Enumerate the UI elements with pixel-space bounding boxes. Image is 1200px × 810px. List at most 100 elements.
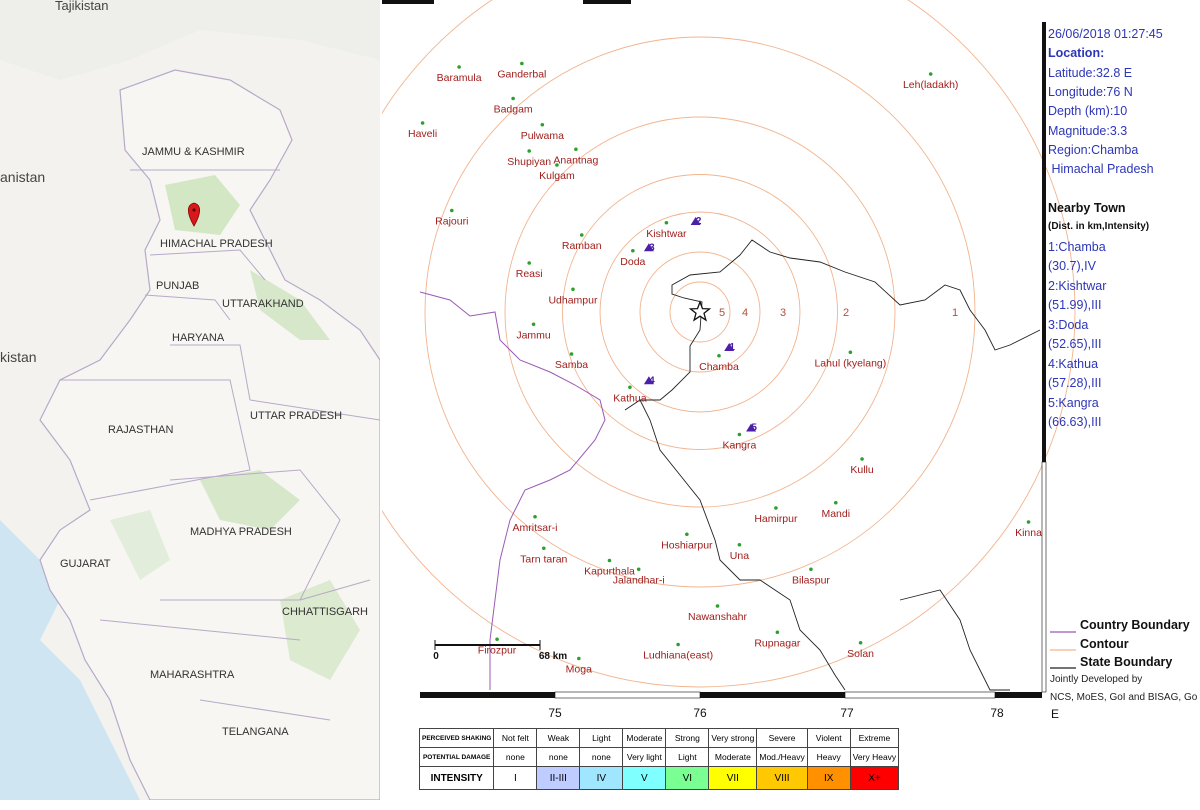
shaking-cell: Light: [579, 728, 624, 748]
nearby-town-detail: (66.63),III: [1048, 415, 1102, 429]
intensity-cell: V: [622, 766, 667, 790]
town-layer: Baramula Ganderbal Leh(ladakh) Haveli Badgam…: [408, 61, 1042, 676]
town-dot: [809, 567, 813, 572]
intensity-cell: IX: [806, 766, 851, 790]
town-dot: [928, 72, 933, 76]
town-label: Tarn taran: [520, 553, 567, 565]
damage-cell: Very Heavy: [849, 747, 900, 767]
town-dot: [495, 637, 499, 642]
town-dot: [1026, 520, 1031, 524]
damage-cell: none: [536, 747, 581, 767]
town-label: Lahul (kyelang): [814, 357, 886, 369]
nearby-marker-number: 3: [649, 242, 655, 253]
location-heading: Location:: [1048, 46, 1105, 60]
axis-bar-4: [844, 691, 996, 699]
state-label-madhya-pradesh: MADHYA PRADESH: [190, 526, 292, 538]
intensity-row-label: INTENSITY: [418, 766, 495, 790]
town-label: Pulwama: [521, 130, 564, 142]
town-dot: [450, 208, 454, 213]
contour-labels: 5 4 3 2 1: [719, 307, 958, 319]
intensity-cell: VII: [708, 766, 758, 790]
town-dot: [540, 122, 545, 127]
damage-row: POTENTIAL DAMAGE none none none Very light L…: [418, 747, 900, 767]
town-dot: [555, 163, 559, 167]
town-label: Rajouri: [435, 216, 468, 228]
legend-state-label: State Boundary: [1080, 655, 1173, 669]
town-dot: [636, 567, 641, 572]
state-label-rajasthan: RAJASTHAN: [108, 424, 173, 436]
shaking-cell: Not felt: [493, 728, 538, 748]
axis-bar-3: [700, 692, 845, 698]
town-dot: [774, 506, 778, 510]
shaking-cell: Violent: [806, 728, 851, 748]
town-dot: [457, 65, 461, 69]
town-label: Kullu: [850, 464, 874, 476]
town-dot: [775, 630, 780, 635]
town-dot: [577, 656, 581, 661]
state-label-telangana: TELANGANA: [222, 726, 289, 738]
town-label: Ganderbal: [497, 69, 546, 81]
top-frame-bar-1: [382, 0, 434, 4]
state-label-punjab: PUNJAB: [156, 280, 199, 292]
intensity-cell: VI: [665, 766, 710, 790]
town-label: Ludhiana(east): [643, 650, 713, 662]
neighbor-label-afghanistan: anistan: [0, 169, 45, 185]
town-dot: [420, 121, 425, 125]
state-label-uttar-pradesh: UTTAR PRADESH: [250, 410, 342, 422]
top-frame-bar-2: [583, 0, 631, 4]
nearby-town-detail: (57.28),III: [1048, 376, 1102, 390]
town-label: Mandi: [821, 508, 850, 520]
damage-row-label: POTENTIAL DAMAGE: [418, 747, 495, 767]
town-label: Jammu: [516, 329, 551, 341]
town-label: Rupnagar: [754, 637, 801, 649]
east-axis-label: E: [1051, 707, 1059, 721]
shaking-cell: Strong: [665, 728, 710, 748]
town-label: Bilaspur: [792, 574, 830, 586]
town-label: Jalandhar-i: [613, 574, 665, 586]
town-dot: [860, 457, 864, 461]
nearby-marker-number: 5: [751, 423, 757, 434]
town-label: Haveli: [408, 128, 437, 140]
axis-bar-2: [554, 691, 701, 699]
legend-contour-label: Contour: [1080, 637, 1129, 651]
shaking-row: PERCEIVED SHAKING Not felt Weak Light Moder…: [418, 728, 900, 748]
town-dot: [737, 432, 742, 437]
town-dot: [737, 542, 742, 547]
town-dot: [833, 500, 838, 505]
magnitude-value: Magnitude:3.3: [1048, 124, 1128, 138]
damage-cell: Very light: [622, 747, 667, 767]
longitude-value: Longitude:76 N: [1048, 85, 1133, 99]
credit-line-1: Jointly Developed by: [1050, 674, 1143, 685]
nearby-town-detail: (30.7),IV: [1048, 259, 1096, 273]
town-label: Nawanshahr: [688, 611, 747, 623]
nearby-town-name: 5:Kangra: [1048, 396, 1099, 410]
intensity-row: INTENSITY I II-III IV V VI VII VIII IX X+: [418, 766, 900, 790]
shaking-cell: Severe: [756, 728, 808, 748]
scale-bar-start-label: 0: [433, 651, 439, 662]
town-dot: [579, 233, 584, 237]
credit-line-2: NCS, MoES, GoI and BISAG, Go: [1050, 692, 1198, 703]
town-label: Kinna: [1015, 527, 1042, 539]
contour-label: 5: [719, 307, 725, 319]
intensity-cell: I: [493, 766, 538, 790]
town-label: Kathua: [613, 392, 646, 404]
neighbor-label-pakistan: kistan: [0, 349, 37, 365]
town-label: Chamba: [699, 361, 739, 373]
latitude-value: Latitude:32.8 E: [1048, 66, 1133, 80]
town-dot: [511, 96, 515, 101]
right-frame-bar-light: [1041, 461, 1047, 693]
town-label: Baramula: [437, 72, 482, 84]
state-label-himachal: HIMACHAL PRADESH: [160, 238, 273, 250]
intensity-cell: IV: [579, 766, 624, 790]
state-label-gujarat: GUJARAT: [60, 558, 111, 570]
town-label: Kishtwar: [646, 228, 687, 240]
town-label: Una: [730, 550, 749, 562]
town-label: Udhampur: [548, 294, 598, 306]
state-label-chhattisgarh: CHHATTISGARH: [282, 606, 368, 618]
town-dot: [527, 261, 531, 265]
state-boundary-north: [624, 239, 1041, 411]
town-dot: [685, 532, 689, 537]
epicenter-star-icon: [688, 300, 712, 322]
town-label: Hoshiarpur: [661, 539, 713, 551]
town-dot: [631, 248, 635, 253]
